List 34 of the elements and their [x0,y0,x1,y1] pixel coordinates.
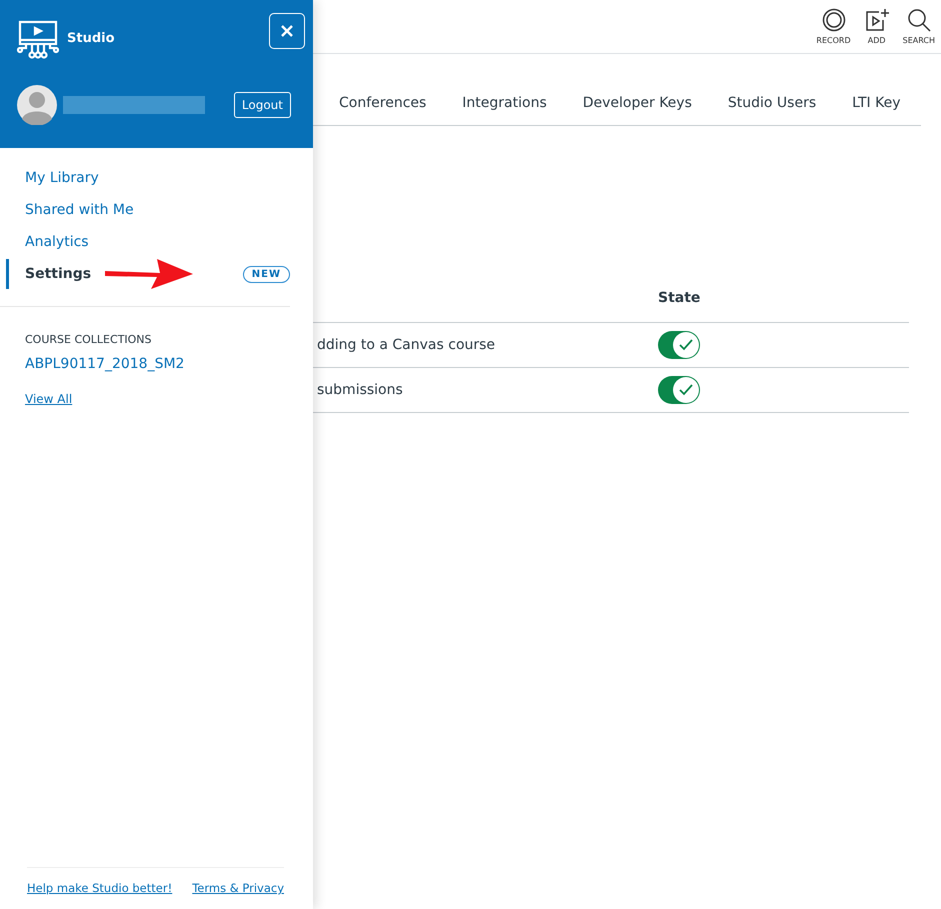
section-heading: COURSE COLLECTIONS [25,333,152,346]
new-badge: NEW [242,266,290,282]
screen-logo-icon [17,20,59,60]
tab[interactable]: Studio Users [728,94,816,110]
nav-link[interactable]: My Library [6,163,99,193]
avatar-icon [17,85,57,125]
app-name: Studio [67,30,116,46]
footer-link[interactable]: Terms & Privacy [192,881,284,895]
add-video-icon [864,8,889,32]
tab[interactable]: LTI Key [852,94,901,110]
footer-link[interactable]: Help make Studio better! [27,881,172,895]
record-icon [822,8,846,32]
toolbar-button[interactable]: ADD [860,0,893,53]
tab[interactable]: Conferences [339,94,426,110]
tab[interactable]: Developer Keys [582,94,692,110]
table-cell-text: submissions [316,382,404,398]
table-cell-text: dding to a Canvas course [316,337,496,353]
check-icon [679,339,693,351]
close-button[interactable] [269,13,305,49]
nav-link[interactable]: Analytics [6,227,89,257]
toggle-switch[interactable] [658,376,700,404]
check-icon [679,384,693,396]
view-all-link[interactable]: View All [25,392,72,406]
nav-link[interactable]: Shared with Me [6,195,134,225]
tab[interactable]: Integrations [462,94,547,110]
collection-link[interactable]: ABPL90117_2018_SM2 [25,356,184,372]
toolbar-button[interactable]: RECORD [812,0,855,53]
toggle-switch[interactable] [658,331,700,359]
nav-link[interactable]: Settings [6,259,92,289]
logout-button[interactable]: Logout [234,92,291,118]
close-icon [281,25,293,37]
toolbar-button[interactable]: SEARCH [898,0,939,53]
search-icon [906,8,931,32]
column-header: State [658,290,700,306]
